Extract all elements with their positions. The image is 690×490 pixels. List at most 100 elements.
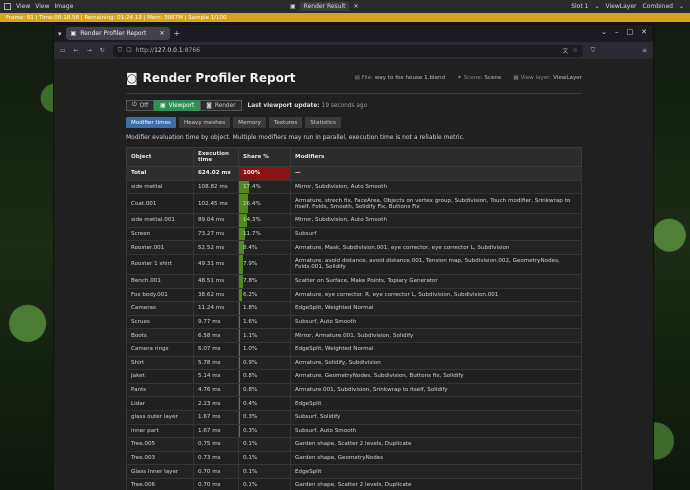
menu-icon[interactable]: ≡ [642,47,647,54]
table-row: Tree.005 0.75 ms 0.1% Garden shape, Scatter… [126,437,582,452]
minimize-icon[interactable]: – [615,28,619,36]
cell-share: 0.4% [238,396,291,411]
cell-share: 0.1% [238,437,291,452]
render-progress-bar: Frame: 91 | Time:00:18.58 | Remaining: 0… [0,13,690,22]
page-info-icon[interactable]: ☐ [126,47,131,54]
menu-image[interactable]: Image [55,3,74,10]
tab-memory[interactable]: Memory [233,117,266,128]
mode-off-button[interactable]: ⏻ Off [126,100,155,111]
cell-share: 0.1% [238,477,291,490]
cell-share: 14.3% [238,213,291,228]
url-bar[interactable]: ⛉ ☐ http://127.0.0.1:8766 文 ☆ [112,44,583,57]
table-row: Camera rings 6.07 ms 1.0% EdgeSplit, Weight… [126,341,582,357]
cell-time: 108.82 ms [193,179,239,195]
cell-modifiers: Scatter on Surface, Make Points, Topiary… [290,273,582,289]
col-header-share[interactable]: Share % [238,147,291,167]
chevron-down-icon: ⌄ [594,3,600,10]
cell-share: 100% [238,166,291,181]
cell-modifiers: Armature, Solidify, Subdivision [290,355,582,371]
mode-render-button[interactable]: ◙ Render [200,100,242,111]
render-result-field[interactable]: Render Result [299,2,350,11]
cell-modifiers: — [290,166,582,181]
editor-type-icon[interactable] [4,3,11,10]
table-row: Tree.003 0.73 ms 0.1% Garden shape, Geometr… [126,450,582,466]
report-meta: ▤ File: way to fox house 1.blend ✦ Scene… [355,75,582,81]
cell-object: inner part [126,423,194,439]
cell-time: 38.62 ms [193,287,239,303]
col-header-object[interactable]: Object [126,147,194,167]
cell-object: Bench.001 [126,273,194,289]
cell-object: side mettal.001 [126,213,194,228]
cell-share: 1.1% [238,328,291,343]
cell-time: 5.14 ms [193,369,239,384]
close-tab-icon[interactable]: ✕ [159,30,164,37]
cell-object: Total [126,166,194,181]
table-row: Rooster.001 52.52 ms 8.4% Armature, Mask, S… [126,240,582,255]
camera-icon: ◙ [206,102,212,109]
table-row: Glass Inner layer 0.70 ms 0.1% EdgeSplit [126,464,582,479]
maximize-icon[interactable]: □ [627,28,634,36]
table-row: side mettal.001 89.04 ms 14.3% Mirror, Subd… [126,213,582,228]
shield-icon: ⛉ [117,46,123,54]
browser-tabbar: ▾ ▣ Render Profiler Report ✕ + ⌄ – □ ✕ [54,25,653,42]
cell-object: Rooster 1 shirt [126,253,194,275]
cell-share: 0.3% [238,423,291,439]
cell-modifiers: Garden shape, Scatter 2 levels, Duplicat… [290,437,582,452]
tab-textures[interactable]: Textures [268,117,303,128]
close-icon[interactable]: ✕ [353,3,358,10]
browser-navbar: ▭ ← → ↻ ⛉ ☐ http://127.0.0.1:8766 文 ☆ ⛉ … [54,42,653,59]
forward-icon[interactable]: → [87,47,92,54]
sidebar-toggle-icon[interactable]: ▭ [60,47,66,54]
reload-icon[interactable]: ↻ [100,47,105,54]
bookmark-star-icon[interactable]: ☆ [572,47,577,54]
col-header-time[interactable]: Execution time [193,147,239,167]
mode-viewport-button[interactable]: ▣ Viewport [154,100,201,111]
tab-overflow-icon[interactable]: ⌄ [601,28,607,36]
cell-modifiers: EdgeSplit, Weighted Normal [290,301,582,316]
cell-share: 16.4% [238,193,291,215]
back-icon[interactable]: ← [74,47,79,54]
report-tabs: Modifier times Heavy meshes Memory Textu… [126,117,582,128]
view-layer-select[interactable]: ViewLayer [606,3,637,10]
cell-object: side mettal [126,179,194,195]
new-tab-icon[interactable]: + [174,29,181,38]
tab-modifier-times[interactable]: Modifier times [126,117,176,128]
slot-select[interactable]: Slot 1 [571,3,588,10]
table-row: Tree.006 0.70 ms 0.1% Garden shape, Scatter… [126,477,582,490]
cell-object: Lidar [126,396,194,411]
cell-share: 0.9% [238,355,291,371]
table-row: Screen 73.27 ms 11.7% Subsurf [126,226,582,242]
table-row: Rooster 1 shirt 49.31 ms 7.9% Armature, avo… [126,253,582,275]
tab-heavy-meshes[interactable]: Heavy meshes [178,117,231,128]
cell-share: 1.6% [238,314,291,330]
browser-tab[interactable]: ▣ Render Profiler Report ✕ [65,27,170,40]
scene-icon: ✦ [457,75,462,81]
cell-modifiers: Armature.001, Subdivision, Srinkwrap to … [290,382,582,398]
cell-time: 5.78 ms [193,355,239,371]
shield-check-icon[interactable]: ⛉ [591,47,596,55]
close-window-icon[interactable]: ✕ [641,28,647,36]
browser-window: ▾ ▣ Render Profiler Report ✕ + ⌄ – □ ✕ ▭… [53,24,654,490]
cell-object: Screen [126,226,194,242]
cell-object: Tree.003 [126,450,194,466]
cell-share: 7.8% [238,273,291,289]
chevron-down-icon: ⌄ [678,3,684,10]
pass-select[interactable]: Combined [642,3,672,10]
cell-object: Jaket [126,369,194,384]
cell-share: 8.4% [238,240,291,255]
menu-view-2[interactable]: View [35,3,49,10]
tab-list-icon[interactable]: ▾ [58,30,62,38]
cell-share: 0.1% [238,450,291,466]
cell-time: 49.31 ms [193,253,239,275]
power-icon: ⏻ [132,102,137,108]
tab-statistics[interactable]: Statistics [305,117,341,128]
translate-icon[interactable]: 文 [562,46,568,55]
layers-icon: ▦ [513,75,519,81]
cell-modifiers: Subsurf, Solidify [290,409,582,425]
cell-share: 7.9% [238,253,291,275]
col-header-modifiers[interactable]: Modifiers [290,147,582,167]
cell-share: 0.8% [238,382,291,398]
header-divider [126,93,582,94]
menu-view[interactable]: View [16,3,30,10]
cell-time: 6.58 ms [193,328,239,343]
